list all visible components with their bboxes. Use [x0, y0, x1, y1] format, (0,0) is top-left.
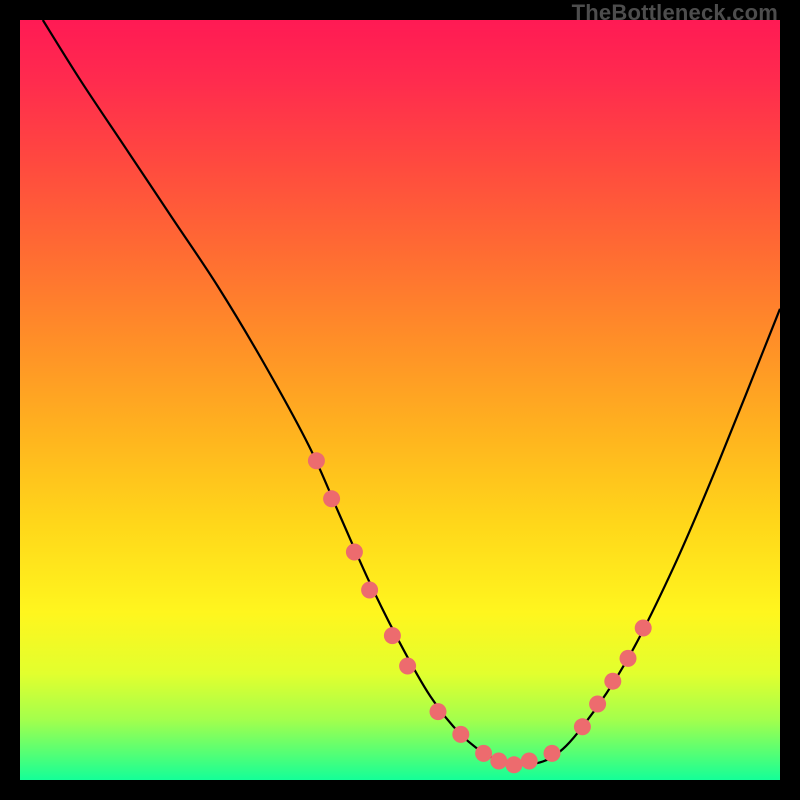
highlight-dot	[604, 673, 621, 690]
bottleneck-curve	[43, 20, 780, 765]
highlight-dot	[506, 756, 523, 773]
highlight-dot	[490, 753, 507, 770]
highlight-dot	[430, 703, 447, 720]
curve-svg	[20, 20, 780, 780]
highlight-dot	[308, 452, 325, 469]
highlight-dot	[323, 490, 340, 507]
highlight-dot	[384, 627, 401, 644]
chart-frame: TheBottleneck.com	[0, 0, 800, 800]
highlight-dot	[635, 620, 652, 637]
highlight-dot	[521, 753, 538, 770]
highlight-dot	[361, 582, 378, 599]
plot-area	[20, 20, 780, 780]
highlight-dot	[346, 544, 363, 561]
highlight-dot	[620, 650, 637, 667]
highlight-dot	[399, 658, 416, 675]
highlight-dot	[544, 745, 561, 762]
highlight-dots-group	[308, 452, 652, 773]
highlight-dot	[574, 718, 591, 735]
highlight-dot	[475, 745, 492, 762]
highlight-dot	[589, 696, 606, 713]
highlight-dot	[452, 726, 469, 743]
